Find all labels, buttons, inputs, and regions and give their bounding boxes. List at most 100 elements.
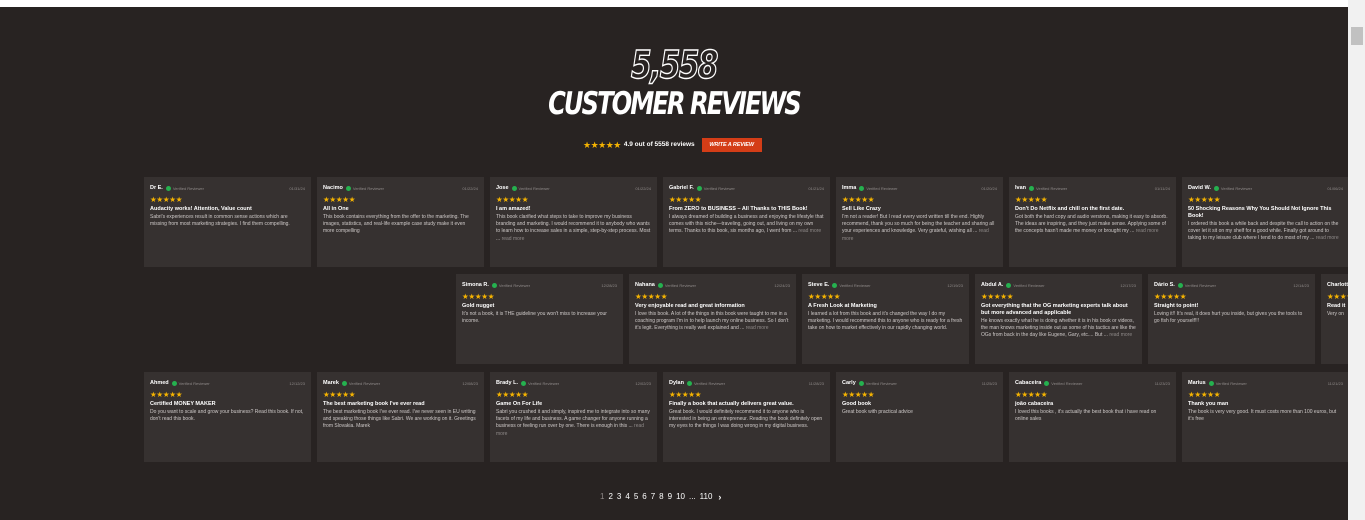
review-date: 01/31/24: [289, 185, 305, 191]
reviewer-name: Cabaceira: [1015, 380, 1042, 386]
review-title: Don't Do Netflix and chill on the first …: [1015, 206, 1125, 212]
page-link[interactable]: 4: [625, 492, 629, 502]
review-title: The best marketing book I've ever read: [323, 401, 425, 407]
read-more-link[interactable]: read more: [746, 325, 769, 331]
review-body: Great book with practical advice: [842, 409, 997, 416]
verified-check-icon: [696, 185, 702, 191]
review-body: The best marketing book I've ever read. …: [323, 409, 478, 431]
rating-star-icons: ★★★★★: [462, 292, 495, 301]
verified-label: Verified Reviewer: [498, 282, 531, 288]
reviewer-name: Jose: [496, 185, 509, 191]
verified-label: Verified Reviewer: [352, 185, 384, 191]
review-body: Sabri's experiences result in common sen…: [150, 214, 305, 228]
review-title: From ZERO to BUSINESS – All Thanks to TH…: [669, 206, 808, 212]
review-body: This book contains everything from the o…: [323, 214, 478, 236]
review-date: 12/12/23: [289, 380, 305, 386]
reviewer-name: Carly: [842, 380, 856, 386]
review-text: I loved this books , it's actually the b…: [1015, 409, 1157, 423]
review-header: Gabriel F. Verified Reviewer 01/21/24: [669, 184, 824, 192]
verified-check-icon: [657, 282, 663, 288]
reviewer-name: Charlotte: [1327, 282, 1348, 288]
read-more-link[interactable]: read more: [1136, 228, 1159, 234]
page-link[interactable]: 10: [676, 492, 685, 502]
page-link[interactable]: 6: [642, 492, 646, 502]
reviewer-name: Marius: [1188, 380, 1206, 386]
review-header: Dylan Verified Reviewer 11/28/23: [669, 379, 824, 387]
review-date: 01/11/24: [1154, 185, 1170, 191]
reviewer-name: Ivan: [1015, 185, 1027, 191]
review-card: Nacimo Verified Reviewer 01/22/24 ★★★★★ All …: [317, 177, 484, 267]
reviewer-name: Gabriel F.: [669, 185, 694, 191]
review-header: Steve E. Verified Reviewer 12/19/23: [808, 281, 963, 289]
rating-star-icons: ★★★★★: [150, 195, 183, 204]
page-link[interactable]: 2: [608, 492, 612, 502]
page-link[interactable]: 7: [651, 492, 655, 502]
review-card: Gabriel F. Verified Reviewer 01/21/24 ★★★★★…: [663, 177, 830, 267]
rating-star-icons: ★★★★★: [323, 390, 356, 399]
verified-label: Verified Reviewer: [664, 282, 696, 288]
reviewer-name: Steve E.: [808, 282, 830, 288]
review-header: Imma Verified Reviewer 01/20/24: [842, 184, 997, 192]
verified-check-icon: [1029, 185, 1035, 191]
reviewer-name: Abdul A.: [981, 282, 1004, 288]
review-title: Game On For Life: [496, 401, 543, 407]
verified-check-icon: [686, 380, 692, 386]
page-link[interactable]: 3: [617, 492, 621, 502]
section-title: CUSTOMER REVIEWS: [548, 86, 802, 122]
review-date: 12/17/23: [1120, 282, 1136, 288]
review-card: Dário S. Verified Reviewer 12/14/23 ★★★★★ St…: [1148, 274, 1315, 364]
verified-label: Verified Reviewer: [865, 380, 897, 386]
verified-label: Verified Reviewer: [518, 185, 550, 191]
verified-check-icon: [171, 380, 177, 386]
review-header: Simona R. Verified Reviewer 12/28/23: [462, 281, 617, 289]
rating-star-icons: ★★★★★: [1188, 195, 1221, 204]
review-card: Ahmed Verified Reviewer 12/12/23 ★★★★★ Certi…: [144, 372, 311, 462]
review-title: Certified MONEY MAKER: [150, 401, 216, 407]
review-header: Ahmed Verified Reviewer 12/12/23: [150, 379, 305, 387]
verified-check-icon: [859, 185, 865, 191]
review-header: Dr E. Verified Reviewer 01/31/24: [150, 184, 305, 192]
scrollbar[interactable]: [1348, 0, 1365, 520]
read-more-link[interactable]: read more: [1316, 235, 1339, 241]
reviewer-name: Imma: [842, 185, 857, 191]
read-more-link[interactable]: read more: [502, 236, 525, 242]
review-date: 12/19/23: [947, 282, 963, 288]
verified-label: Verified Reviewer: [1215, 380, 1247, 386]
rating-summary: ★★★★★ 4.9 out of 5558 reviews WRITE A RE…: [583, 138, 762, 152]
verified-label: Verified Reviewer: [1013, 282, 1045, 288]
page-link[interactable]: 1: [600, 492, 604, 502]
review-date: 11/25/23: [981, 380, 997, 386]
review-card: Imma Verified Reviewer 01/20/24 ★★★★★ Sell L…: [836, 177, 1003, 267]
rating-star-icons: ★★★★★: [1015, 195, 1048, 204]
review-body: It's not a book, it is THE guideline you…: [462, 311, 617, 325]
review-title: 50 Shocking Reasons Why You Should Not I…: [1188, 206, 1332, 219]
review-header: Marek Verified Reviewer 12/08/23: [323, 379, 478, 387]
review-header: Nahana Verified Reviewer 12/24/23: [635, 281, 790, 289]
page-link[interactable]: 9: [668, 492, 672, 502]
rating-star-icons: ★★★★★: [981, 292, 1014, 301]
page-link[interactable]: 110: [700, 492, 713, 502]
write-review-button[interactable]: WRITE A REVIEW: [701, 138, 762, 152]
reviewer-name: Dário S.: [1154, 282, 1175, 288]
rating-star-icons: ★★★★★: [1154, 292, 1187, 301]
review-title: All in One: [323, 206, 349, 212]
page-link[interactable]: 5: [634, 492, 638, 502]
next-page-chevron-icon[interactable]: ›: [718, 492, 721, 502]
review-text: The book is very very good. It must cost…: [1188, 409, 1337, 423]
review-card: Simona R. Verified Reviewer 12/28/23 ★★★★★ G…: [456, 274, 623, 364]
rating-star-icons: ★★★★★: [1327, 292, 1348, 301]
review-title: Read it: [1327, 303, 1346, 309]
review-header: Ivan Verified Reviewer 01/11/24: [1015, 184, 1170, 192]
read-more-link[interactable]: read more: [1109, 332, 1132, 338]
pagination-ellipsis: ...: [688, 492, 696, 501]
read-more-link[interactable]: read more: [798, 228, 821, 234]
review-header: Dário S. Verified Reviewer 12/14/23: [1154, 281, 1309, 289]
review-body: I learned a lot from this book and it's …: [808, 311, 963, 333]
review-body: I always dreamed of building a business …: [669, 214, 824, 236]
reviewer-name: Nahana: [635, 282, 655, 288]
rating-star-icons: ★★★★★: [1188, 390, 1221, 399]
page-link[interactable]: 8: [659, 492, 663, 502]
verified-check-icon: [832, 282, 838, 288]
verified-check-icon: [1208, 380, 1214, 386]
scrollbar-thumb[interactable]: [1351, 27, 1363, 45]
